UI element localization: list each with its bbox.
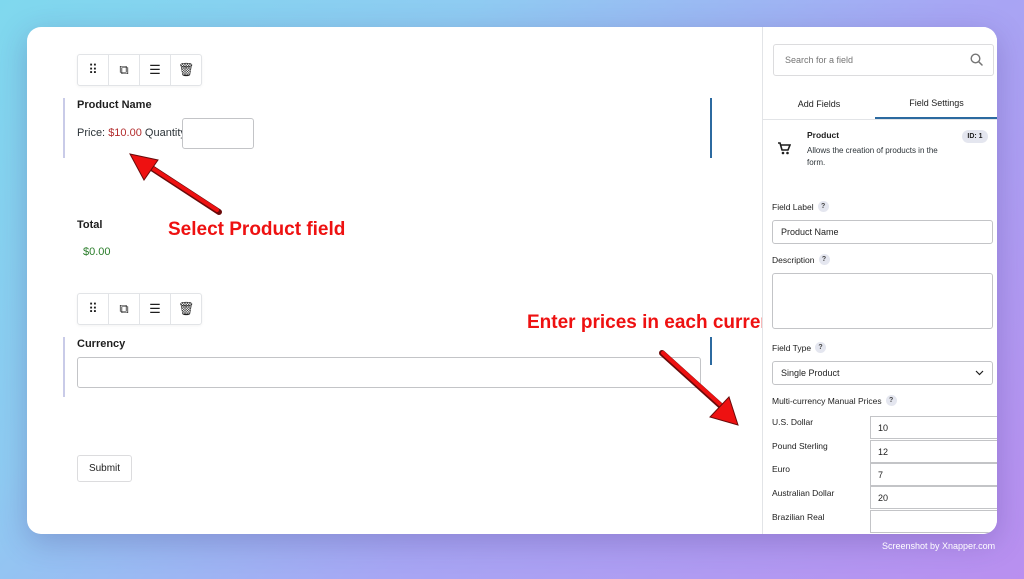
multi-currency-heading: Multi-currency Manual Prices ? bbox=[772, 395, 897, 406]
settings-sliders-icon[interactable]: ☰ bbox=[140, 294, 171, 324]
help-icon[interactable]: ? bbox=[885, 395, 897, 406]
app-window: ⠿ ⧉ ☰ 🗑 Product Name Price: $10.00 Quant… bbox=[27, 27, 997, 534]
multi-currency-label: Multi-currency Manual Prices bbox=[772, 395, 882, 406]
watermark: Screenshot by Xnapper.com bbox=[882, 541, 996, 551]
field-search[interactable]: Search for a field bbox=[773, 44, 994, 76]
currency-name-gbp: Pound Sterling bbox=[772, 441, 828, 451]
description-label: Description bbox=[772, 254, 815, 265]
quantity-label: Quantity bbox=[144, 127, 186, 139]
arrow-to-prices-icon bbox=[659, 350, 739, 426]
currency-price-input-aud[interactable]: 20 bbox=[870, 486, 997, 509]
field-label-input[interactable]: Product Name bbox=[772, 220, 993, 244]
product-price-line: Price: $10.00 Quantity bbox=[77, 127, 186, 139]
currency-field-label: Currency bbox=[77, 338, 126, 350]
currency-name-eur: Euro bbox=[772, 464, 790, 474]
field-type-value: Single Product bbox=[781, 368, 840, 378]
currency-name-brl: Brazilian Real bbox=[772, 512, 825, 522]
field-type-heading: Field Type ? bbox=[772, 342, 827, 353]
tab-field-settings[interactable]: Field Settings bbox=[875, 89, 997, 119]
settings-panel: Search for a field Add Fields Field Sett… bbox=[762, 27, 997, 534]
help-icon[interactable]: ? bbox=[817, 201, 829, 212]
cart-icon bbox=[778, 142, 791, 155]
total-value: $0.00 bbox=[83, 246, 111, 258]
search-input-placeholder[interactable]: Search for a field bbox=[785, 55, 853, 65]
price-prefix: Price: bbox=[77, 127, 106, 139]
currency-field-left-border bbox=[63, 337, 65, 397]
submit-button[interactable]: Submit bbox=[77, 455, 132, 482]
drag-handle-icon[interactable]: ⠿ bbox=[78, 294, 109, 324]
currency-field-toolbar: ⠿ ⧉ ☰ 🗑 bbox=[77, 293, 202, 325]
product-field-left-border bbox=[63, 98, 65, 158]
currency-price-input-brl[interactable] bbox=[870, 510, 997, 533]
price-value: $10.00 bbox=[108, 127, 142, 139]
field-info-title: Product bbox=[807, 130, 840, 140]
total-label: Total bbox=[77, 219, 103, 231]
field-type-select[interactable]: Single Product bbox=[772, 361, 993, 385]
field-label-heading: Field Label ? bbox=[772, 201, 829, 212]
trash-icon[interactable]: 🗑 bbox=[171, 294, 201, 324]
currency-price-input-eur[interactable]: 7 bbox=[870, 463, 997, 486]
arrow-to-product-icon bbox=[129, 153, 222, 215]
field-label-text: Field Label bbox=[772, 201, 814, 212]
currency-price-input-usd[interactable]: 10 bbox=[870, 416, 997, 439]
search-icon[interactable] bbox=[970, 53, 983, 66]
duplicate-icon[interactable]: ⧉ bbox=[109, 55, 140, 85]
description-heading: Description ? bbox=[772, 254, 830, 265]
annotation-enter-prices: Enter prices in each currency bbox=[527, 312, 794, 333]
duplicate-icon[interactable]: ⧉ bbox=[109, 294, 140, 324]
trash-icon[interactable]: 🗑 bbox=[171, 55, 201, 85]
currency-price-input-gbp[interactable]: 12 bbox=[870, 440, 997, 463]
quantity-input[interactable] bbox=[182, 118, 254, 149]
panel-tabs: Add Fields Field Settings bbox=[763, 89, 997, 120]
description-textarea[interactable] bbox=[772, 273, 993, 329]
field-type-label: Field Type bbox=[772, 342, 812, 353]
chevron-down-icon bbox=[975, 370, 984, 376]
help-icon[interactable]: ? bbox=[815, 342, 827, 353]
currency-name-usd: U.S. Dollar bbox=[772, 417, 814, 427]
annotation-select-product: Select Product field bbox=[168, 219, 346, 240]
drag-handle-icon[interactable]: ⠿ bbox=[78, 55, 109, 85]
help-icon[interactable]: ? bbox=[818, 254, 830, 265]
tab-add-fields[interactable]: Add Fields bbox=[763, 89, 875, 119]
product-field-toolbar: ⠿ ⧉ ☰ 🗑 bbox=[77, 54, 202, 86]
field-info-description: Allows the creation of products in the f… bbox=[807, 146, 938, 167]
field-id-badge: ID: 1 bbox=[962, 130, 988, 143]
settings-sliders-icon[interactable]: ☰ bbox=[140, 55, 171, 85]
currency-name-aud: Australian Dollar bbox=[772, 488, 835, 498]
product-field-label: Product Name bbox=[77, 99, 152, 111]
currency-select[interactable] bbox=[77, 357, 701, 388]
product-field-selected-indicator bbox=[710, 98, 712, 158]
